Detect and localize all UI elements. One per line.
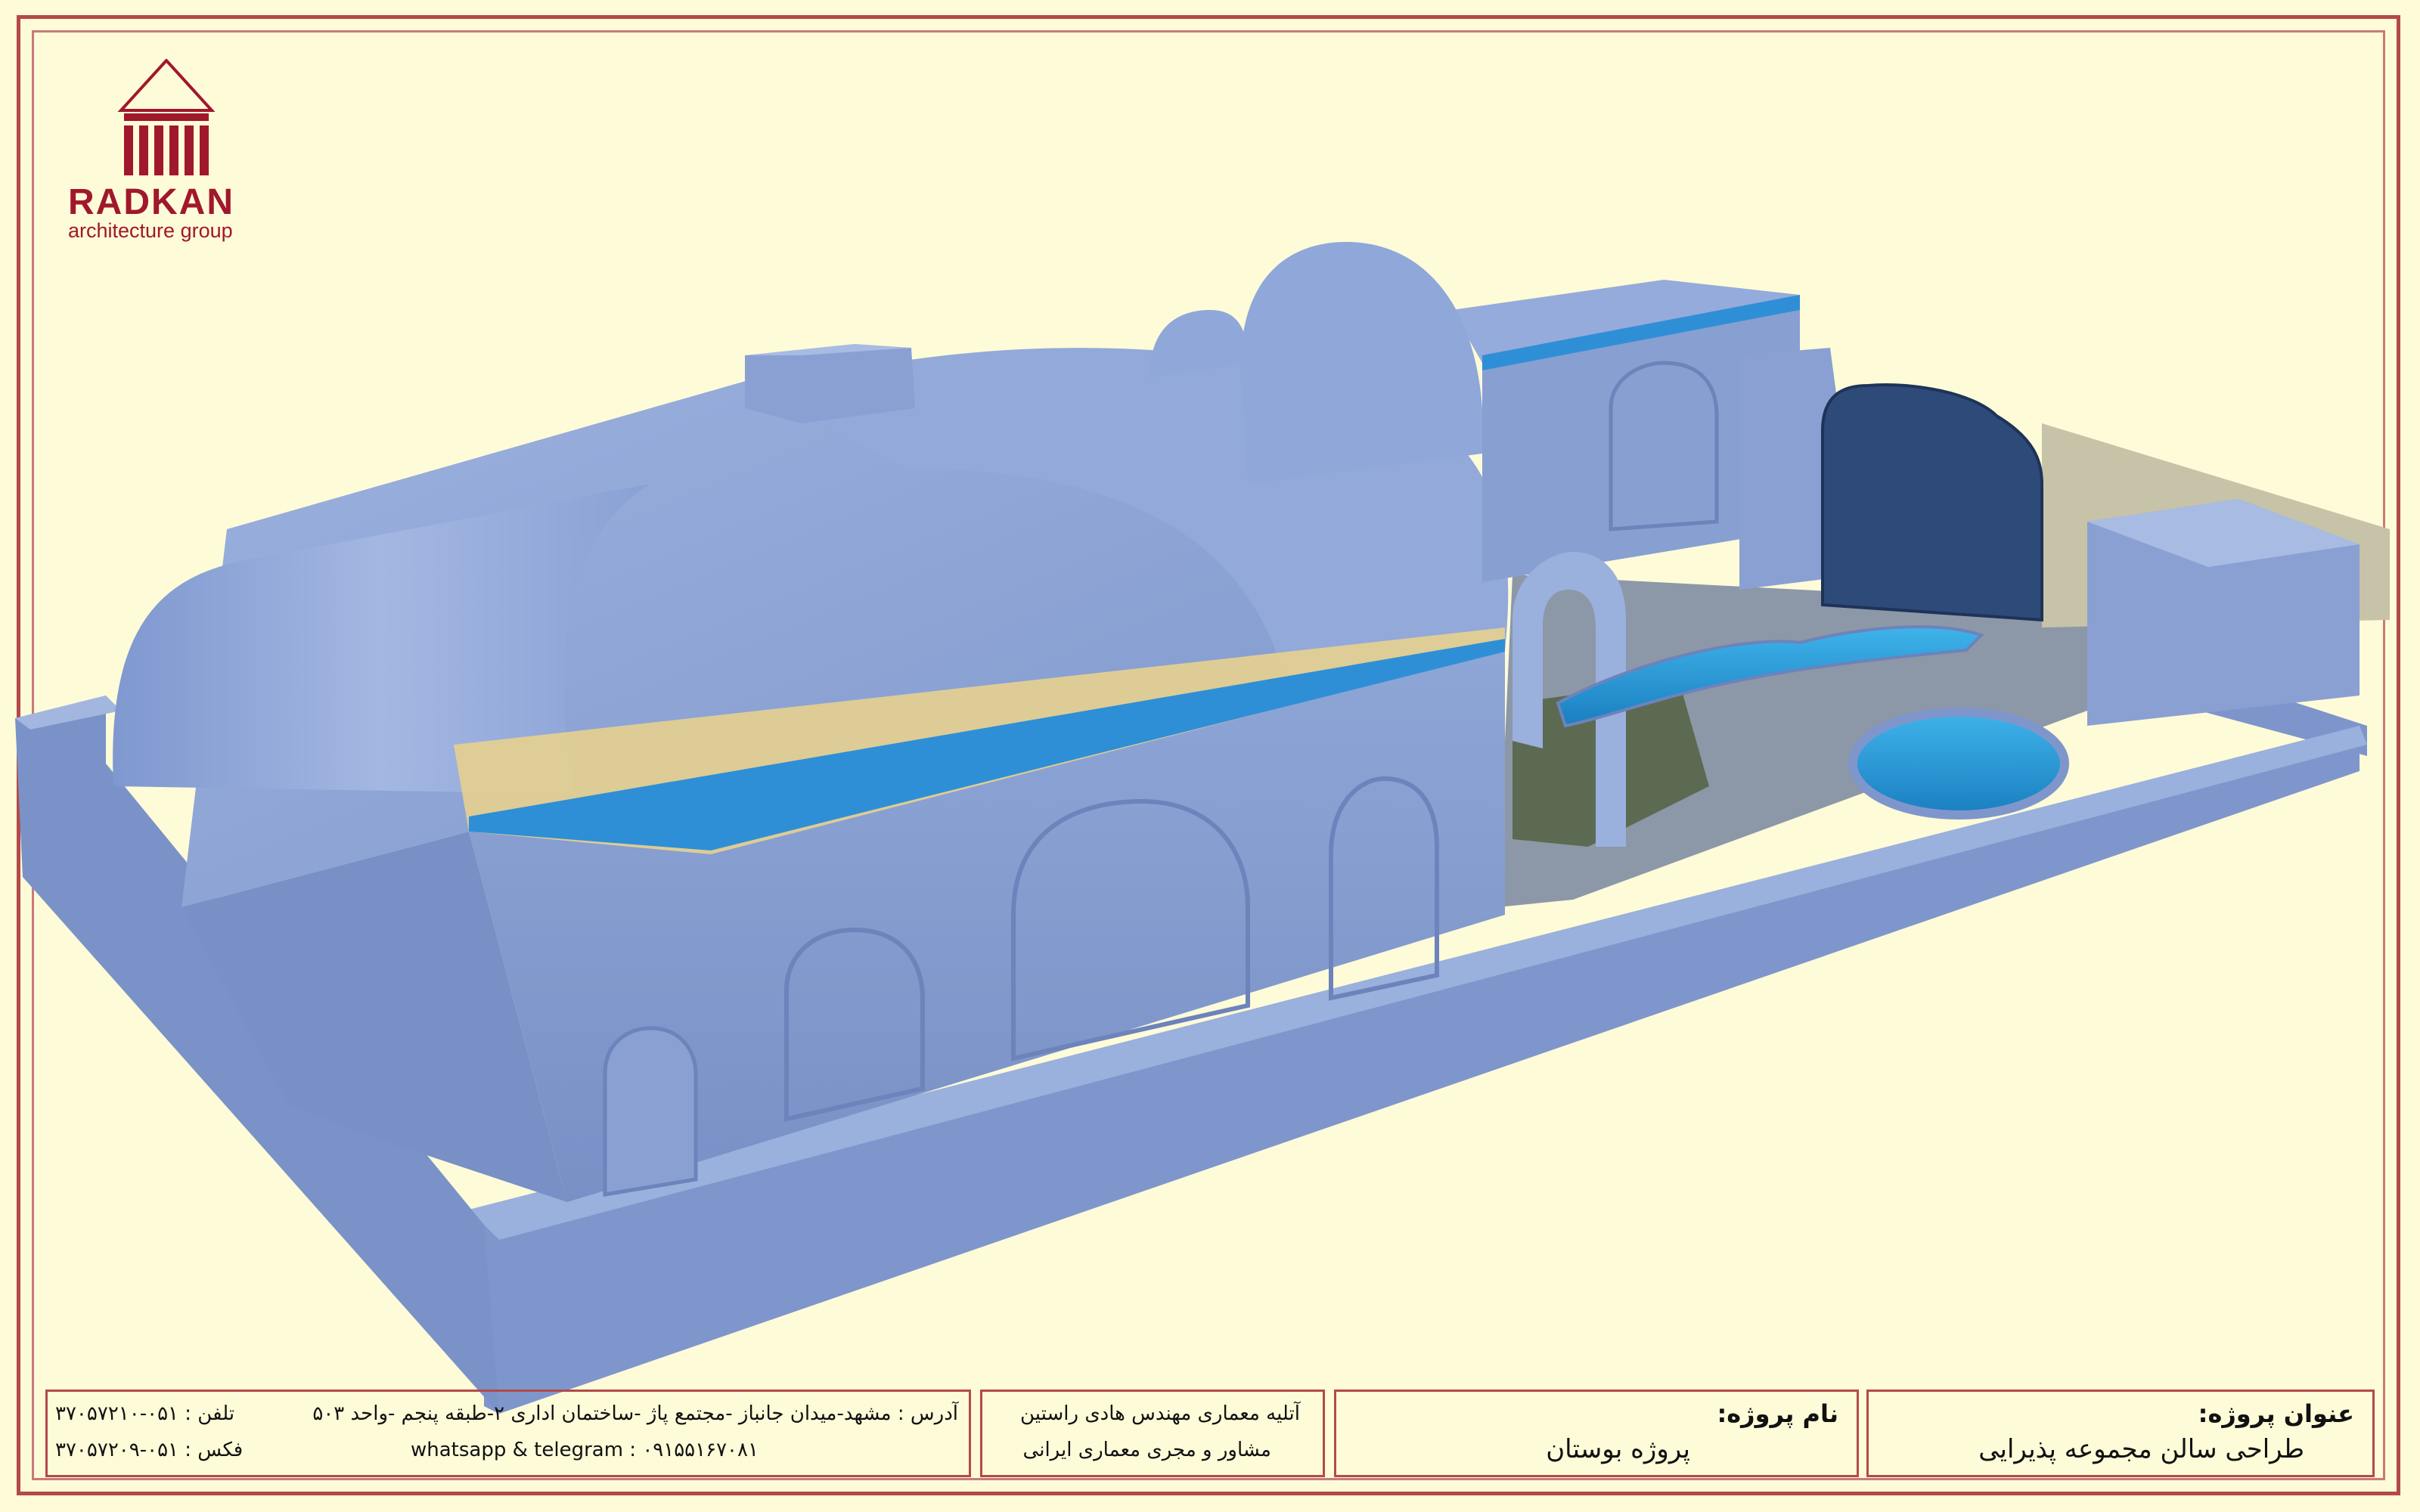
phone-line: تلفن : ۰۵۱-۳۷۰۵۷۲۱۰ <box>55 1402 234 1425</box>
company-line-1: آتلیه معماری مهندس هادی راستین <box>1020 1402 1300 1425</box>
project-name-cell: نام پروژه: پروژه بوستان <box>1334 1390 1859 1477</box>
round-pool <box>1848 708 2069 820</box>
blue-door <box>1821 383 2043 622</box>
project-title-cell: عنوان پروژه: طراحی سالن مجموعه پذیرایی <box>1866 1390 2375 1477</box>
facade-door-arch <box>603 1026 698 1197</box>
fax-line: فکس : ۰۵۱-۳۷۰۵۷۲۰۹ <box>55 1439 243 1461</box>
social-contact: whatsapp & telegram : ۰۹۱۵۵۱۶۷۰۸۱ <box>411 1439 759 1461</box>
project-name-value: پروژه بوستان <box>1546 1434 1690 1464</box>
drawing-sheet: RADKAN architecture group عنوان پروژه: ط… <box>0 0 2420 1512</box>
phone-label: تلفن : <box>185 1402 235 1425</box>
gable-semicircle <box>1240 242 1482 484</box>
address-text: آدرس : مشهد-میدان جانباز -مجتمع پاژ -ساخ… <box>312 1402 958 1425</box>
contact-cell: آدرس : مشهد-میدان جانباز -مجتمع پاژ -ساخ… <box>45 1390 971 1477</box>
fax-value: ۰۵۱-۳۷۰۵۷۲۰۹ <box>55 1439 179 1461</box>
logo-subtitle: architecture group <box>68 219 233 242</box>
project-name-label: نام پروژه: <box>1717 1399 1838 1428</box>
project-title-label: عنوان پروژه: <box>2198 1399 2354 1428</box>
company-cell: آتلیه معماری مهندس هادی راستین مشاور و م… <box>980 1390 1325 1477</box>
phone-value: ۰۵۱-۳۷۰۵۷۲۱۰ <box>55 1402 179 1425</box>
company-line-2: مشاور و مجری معماری ایرانی <box>1022 1439 1271 1461</box>
fax-label: فکس : <box>185 1439 244 1461</box>
logo-name: RADKAN <box>68 182 234 222</box>
building-render <box>15 242 2390 1414</box>
project-title-value: طراحی سالن مجموعه پذیرایی <box>1978 1434 2304 1464</box>
